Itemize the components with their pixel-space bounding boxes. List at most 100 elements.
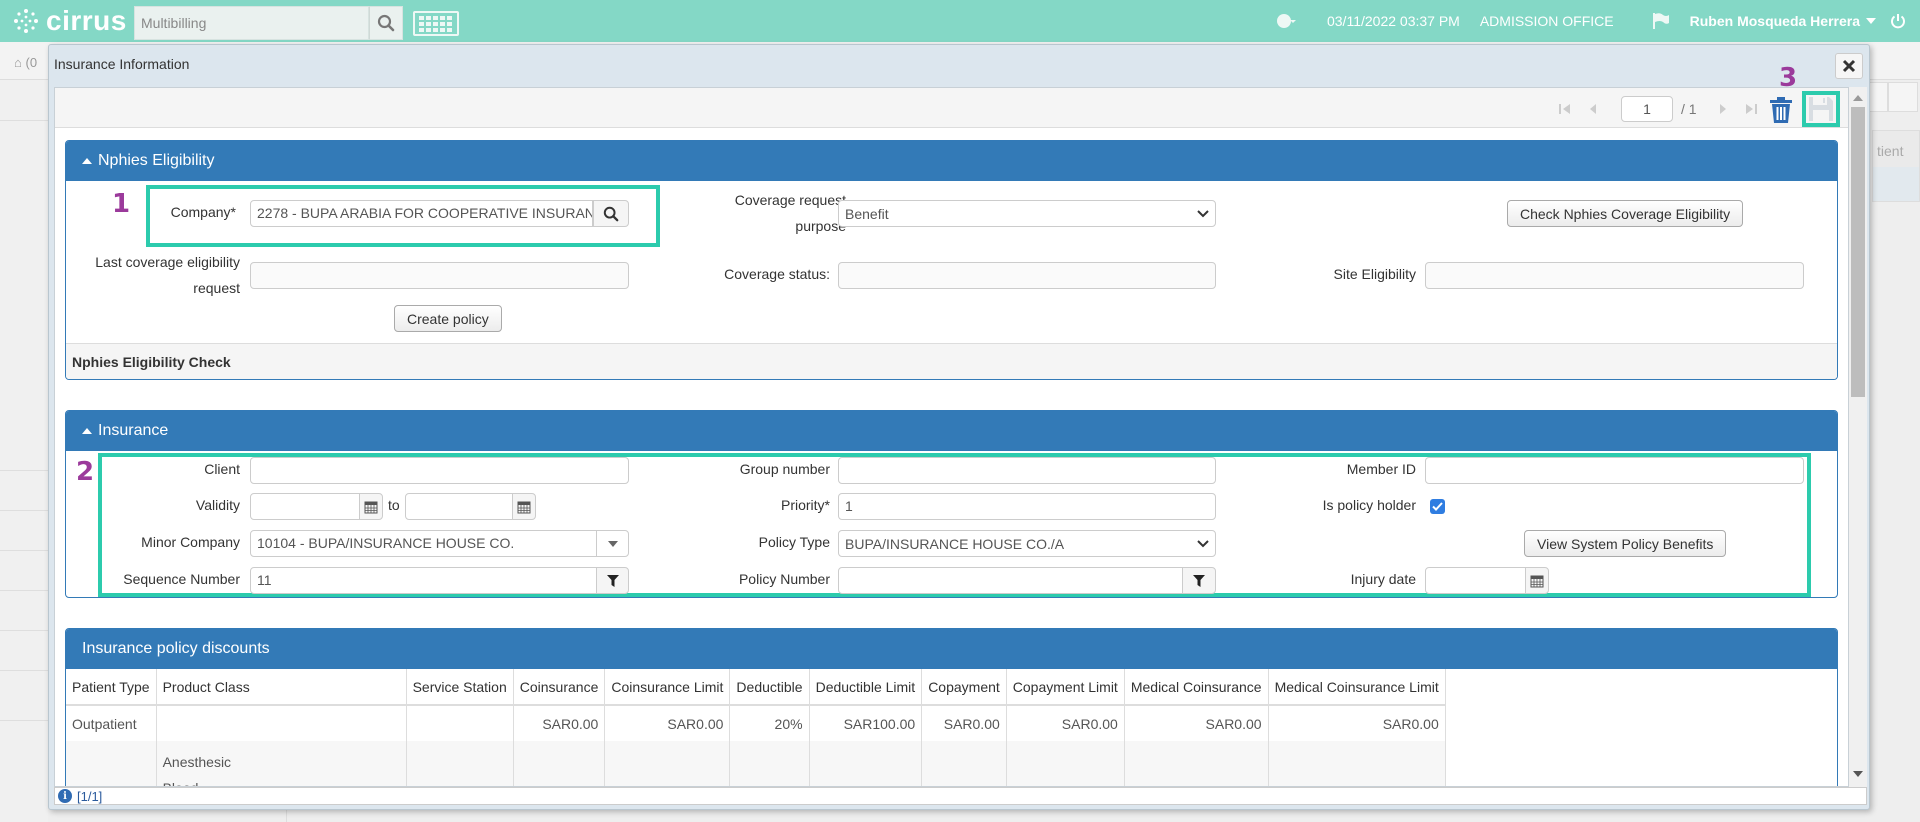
previous-page-button[interactable]: [1583, 99, 1603, 119]
injury-date-field[interactable]: [1425, 567, 1526, 594]
cirrus-logo[interactable]: cirrus: [12, 5, 127, 36]
dialog-vertical-scrollbar[interactable]: [1849, 87, 1867, 787]
validity-from-field[interactable]: [250, 493, 360, 520]
nphies-eligibility-check-footer: Nphies Eligibility Check: [66, 343, 1837, 379]
record-toolbar: / 1: [55, 88, 1848, 128]
last-request-field[interactable]: [250, 262, 629, 289]
column-header[interactable]: Patient Type: [66, 669, 157, 706]
calendar-icon: [1530, 575, 1544, 587]
validity-to-calendar-button[interactable]: [512, 493, 536, 520]
cell-patient-type: Outpatient: [66, 705, 157, 741]
delete-button[interactable]: [1768, 96, 1794, 124]
column-header[interactable]: Copayment Limit: [1006, 669, 1125, 706]
table-row[interactable]: Outpatient SAR0.00 SAR0.00 20% SAR100.00…: [66, 705, 1446, 741]
scrollbar-thumb[interactable]: [1851, 107, 1865, 397]
dialog-body: / 1 Nphies Eligibility 1 Company* 2278 -…: [54, 87, 1849, 787]
minor-company-label: Minor Company: [141, 534, 240, 550]
top-navigation-bar: cirrus 03/11/2022 03:37 PM ADMISSION OFF…: [0, 0, 1920, 42]
policy-number-label: Policy Number: [738, 571, 830, 587]
keyboard-icon[interactable]: [413, 11, 459, 36]
user-menu-caret-icon[interactable]: [1866, 18, 1876, 24]
background-left-list: [0, 80, 48, 822]
group-number-field[interactable]: [838, 457, 1216, 484]
sequence-number-field[interactable]: 11: [250, 567, 597, 594]
sequence-number-label: Sequence Number: [123, 571, 240, 587]
client-field[interactable]: [250, 457, 629, 484]
close-dialog-button[interactable]: [1835, 53, 1863, 79]
insurance-header[interactable]: Insurance: [66, 411, 1837, 451]
background-home-tab: ⌂ (0: [14, 55, 38, 70]
scroll-down-icon[interactable]: [1853, 771, 1863, 777]
minor-company-dropdown-button[interactable]: [596, 530, 629, 557]
cell-medical-coinsurance-limit: SAR0.00: [1268, 705, 1446, 741]
column-header[interactable]: Deductible Limit: [809, 669, 923, 706]
column-header[interactable]: Coinsurance: [513, 669, 606, 706]
coverage-purpose-label: Coverage request purpose: [734, 192, 846, 234]
column-header[interactable]: Service Station: [406, 669, 514, 706]
logo-dots-icon: [14, 9, 38, 33]
insurance-information-dialog: Insurance Information 3 / 1: [48, 44, 1870, 810]
coverage-purpose-select[interactable]: Benefit: [838, 200, 1216, 227]
nphies-eligibility-title: Nphies Eligibility: [98, 152, 215, 169]
cell-patient-type: [66, 741, 157, 786]
page-number-input[interactable]: [1621, 96, 1673, 122]
coverage-status-field[interactable]: [838, 262, 1216, 289]
background-column-header: tient: [1872, 130, 1920, 202]
view-system-policy-benefits-button[interactable]: View System Policy Benefits: [1524, 530, 1727, 557]
global-search: [134, 6, 369, 40]
policy-type-select[interactable]: BUPA/INSURANCE HOUSE CO./A: [838, 530, 1216, 557]
close-icon: [1842, 59, 1856, 73]
last-page-button[interactable]: [1741, 99, 1761, 119]
minor-company-field[interactable]: 10104 - BUPA/INSURANCE HOUSE CO.: [250, 530, 597, 557]
column-header[interactable]: Copayment: [921, 669, 1007, 706]
create-policy-button[interactable]: Create policy: [394, 305, 502, 332]
injury-date-label: Injury date: [1350, 571, 1416, 587]
table-row[interactable]: Anesthesic Blood: [66, 741, 1446, 786]
company-field[interactable]: 2278 - BUPA ARABIA FOR COOPERATIVE INSUR…: [250, 200, 593, 227]
cell-service-station: [406, 705, 514, 741]
priority-field[interactable]: 1: [838, 493, 1216, 520]
site-eligibility-field[interactable]: [1425, 262, 1804, 289]
first-page-icon: [1559, 104, 1570, 114]
validity-to-field[interactable]: [405, 493, 513, 520]
group-number-label: Group number: [739, 461, 830, 477]
discounts-header: Insurance policy discounts: [66, 629, 1837, 669]
cell-coinsurance: SAR0.00: [513, 705, 606, 741]
insurance-policy-discounts-panel: Insurance policy discounts Patient Type …: [65, 628, 1838, 786]
policy-number-filter-button[interactable]: [1182, 567, 1216, 594]
scroll-up-icon[interactable]: [1853, 95, 1863, 101]
sequence-number-filter-button[interactable]: [596, 567, 629, 594]
column-header[interactable]: Product Class: [156, 669, 407, 706]
cell-product-class: Anesthesic Blood: [156, 741, 407, 786]
current-office[interactable]: ADMISSION OFFICE: [1480, 13, 1614, 29]
injury-date-calendar-button[interactable]: [1525, 567, 1549, 594]
user-menu[interactable]: Ruben Mosqueda Herrera: [1690, 13, 1860, 29]
save-button[interactable]: [1802, 91, 1840, 127]
member-id-field[interactable]: [1425, 457, 1804, 484]
policy-type-label: Policy Type: [758, 534, 830, 550]
validity-label: Validity: [195, 497, 240, 513]
language-globe-icon[interactable]: [1276, 14, 1296, 28]
check-nphies-eligibility-button[interactable]: Check Nphies Coverage Eligibility: [1507, 200, 1744, 227]
last-page-icon: [1745, 104, 1757, 114]
first-page-button[interactable]: [1555, 99, 1575, 119]
column-header[interactable]: Deductible: [729, 669, 810, 706]
validity-from-calendar-button[interactable]: [359, 493, 383, 520]
insurance-title: Insurance: [98, 422, 169, 439]
search-button[interactable]: [369, 6, 403, 40]
power-icon[interactable]: [1890, 13, 1906, 29]
collapse-caret-icon: [82, 428, 92, 434]
policy-number-field[interactable]: [838, 567, 1183, 594]
column-header[interactable]: Medical Coinsurance Limit: [1268, 669, 1446, 706]
global-search-input[interactable]: [135, 7, 367, 39]
column-header[interactable]: Coinsurance Limit: [604, 669, 731, 706]
is-policy-holder-checkbox[interactable]: [1430, 499, 1445, 514]
is-policy-holder-label: Is policy holder: [1322, 497, 1416, 513]
dialog-status-bar: i [1/1]: [54, 787, 1867, 805]
annotation-1: 1: [112, 189, 131, 219]
flag-icon[interactable]: [1652, 13, 1670, 29]
column-header[interactable]: Medical Coinsurance: [1124, 669, 1269, 706]
next-page-button[interactable]: [1713, 99, 1733, 119]
nphies-eligibility-header[interactable]: Nphies Eligibility: [66, 141, 1837, 181]
company-search-button[interactable]: [593, 200, 629, 227]
